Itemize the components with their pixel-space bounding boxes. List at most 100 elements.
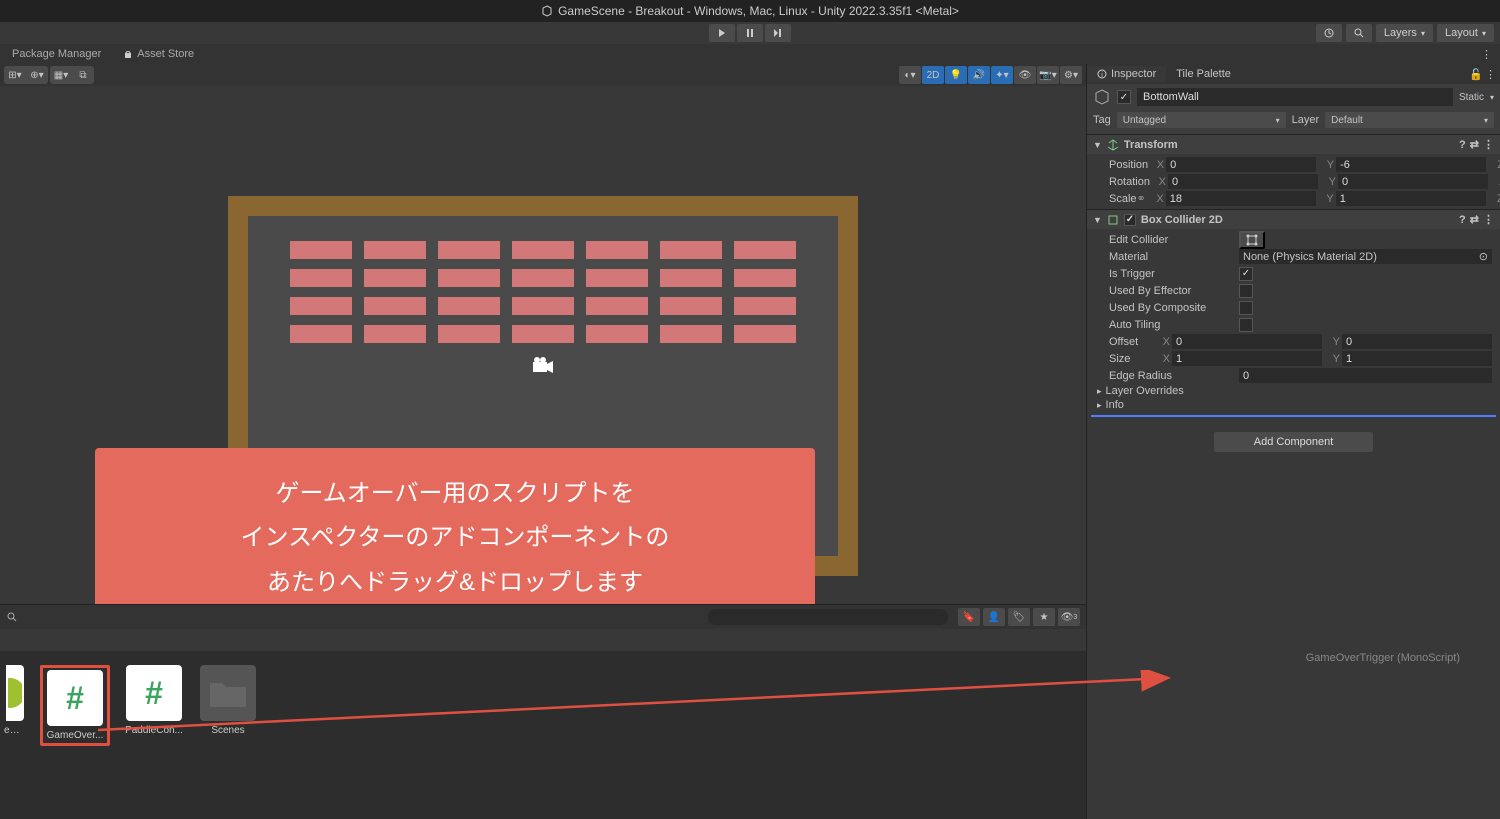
asset-item-scenes-folder[interactable]: Scenes (198, 665, 258, 736)
drop-indicator (1091, 415, 1496, 417)
layers-dropdown[interactable]: Layers▾ (1376, 24, 1433, 42)
filter-type-icon[interactable]: 👤 (983, 608, 1005, 626)
tab-options-icon[interactable]: ⋮ (1475, 48, 1498, 61)
help-icon[interactable]: ? (1459, 139, 1466, 151)
window-title: GameScene - Breakout - Windows, Mac, Lin… (558, 4, 959, 18)
pause-button[interactable] (737, 24, 763, 42)
asset-item-gameover-script[interactable]: # GameOver... (45, 670, 105, 741)
boxcollider-icon (1107, 214, 1119, 226)
help-icon[interactable]: ? (1459, 214, 1466, 226)
material-field[interactable]: None (Physics Material 2D)⊙ (1239, 249, 1492, 264)
drop-hint-label: GameOverTrigger (MonoScript) (1306, 652, 1460, 664)
handle-rotation-icon[interactable]: ⊕▾ (26, 66, 48, 84)
offset-y-input[interactable] (1342, 334, 1492, 349)
add-component-button[interactable]: Add Component (1214, 432, 1374, 452)
options-icon[interactable]: ⋮ (1485, 68, 1496, 81)
preset-icon[interactable]: ⇄ (1470, 138, 1479, 151)
component-transform: ▼ Transform ? ⇄ ⋮ PositionXYZ RotationXY… (1087, 134, 1500, 209)
asset-item[interactable]: eMa... (4, 665, 26, 736)
lighting-toggle-icon[interactable]: 💡 (945, 66, 967, 84)
project-search-input[interactable] (708, 609, 948, 625)
position-y-input[interactable] (1336, 157, 1486, 172)
camera-gizmo-icon (531, 356, 555, 376)
info-foldout[interactable]: Info (1087, 398, 1500, 412)
gameobject-name-input[interactable] (1137, 88, 1453, 106)
lock-icon[interactable]: 🔓 (1469, 68, 1483, 81)
assets-grid: eMa... # GameOver... # PaddleCon... Scen… (0, 651, 1086, 760)
static-dropdown-icon[interactable]: ▾ (1490, 93, 1494, 102)
layer-overrides-foldout[interactable]: Layer Overrides (1087, 384, 1500, 398)
menu-icon[interactable]: ⋮ (1483, 213, 1494, 226)
camera-icon[interactable]: 📷▾ (1037, 66, 1059, 84)
gameobject-header: Static ▾ (1087, 84, 1500, 110)
edit-collider-button[interactable] (1239, 231, 1265, 249)
undo-history-button[interactable] (1316, 24, 1342, 42)
used-by-effector-checkbox[interactable] (1239, 284, 1253, 298)
tag-label: Tag (1093, 114, 1111, 126)
size-y-input[interactable] (1342, 351, 1492, 366)
tab-tile-palette[interactable]: Tile Palette (1166, 66, 1241, 82)
is-trigger-checkbox[interactable] (1239, 267, 1253, 281)
rotation-y-input[interactable] (1338, 174, 1488, 189)
fx-toggle-icon[interactable]: ✦▾ (991, 66, 1013, 84)
layout-dropdown[interactable]: Layout▾ (1437, 24, 1494, 42)
layer-label: Layer (1292, 114, 1320, 126)
auto-tiling-checkbox[interactable] (1239, 318, 1253, 332)
assets-breadcrumb[interactable] (0, 629, 1086, 651)
size-x-input[interactable] (1172, 351, 1322, 366)
scene-view[interactable]: ゲームオーバー用のスクリプトを インスペクターのアドコンポーネントの あたりへド… (0, 86, 1086, 604)
component-box-collider-2d: ▼ Box Collider 2D ? ⇄ ⋮ Edit Collider Ma… (1087, 209, 1500, 414)
rotation-x-input[interactable] (1168, 174, 1318, 189)
gameobject-active-checkbox[interactable] (1117, 90, 1131, 104)
project-window: 🔖 👤 🏷 ★ 👁3 eMa... # GameOver... (0, 604, 1086, 819)
boxcollider-enabled-checkbox[interactable] (1124, 214, 1136, 226)
layer-dropdown[interactable]: Default▾ (1325, 112, 1494, 128)
gizmos-icon[interactable]: ⚙▾ (1060, 66, 1082, 84)
snap-toggle-icon[interactable]: ⧉ (72, 66, 94, 84)
play-button[interactable] (709, 24, 735, 42)
tab-package-manager[interactable]: Package Manager (2, 46, 111, 62)
audio-toggle-icon[interactable]: 🔊 (968, 66, 990, 84)
unity-logo-icon (541, 5, 553, 17)
draw-mode-icon[interactable]: ◐▾ (899, 66, 921, 84)
asset-highlight: # GameOver... (40, 665, 110, 746)
preset-icon[interactable]: ⇄ (1470, 213, 1479, 226)
asset-item-paddle-script[interactable]: # PaddleCon... (124, 665, 184, 736)
step-button[interactable] (765, 24, 791, 42)
transform-icon (1107, 139, 1119, 151)
object-picker-icon[interactable]: ⊙ (1479, 250, 1488, 263)
grid-toggle-icon[interactable]: ▦▾ (50, 66, 72, 84)
search-button[interactable] (1346, 24, 1372, 42)
position-x-input[interactable] (1166, 157, 1316, 172)
tag-dropdown[interactable]: Untagged▾ (1117, 112, 1286, 128)
transform-header[interactable]: ▼ Transform ? ⇄ ⋮ (1087, 135, 1500, 154)
scene-vis-icon[interactable]: 👁 (1014, 66, 1036, 84)
tool-mode-group[interactable]: ⊞▾ ⊕▾ (4, 66, 48, 84)
search-icon (6, 611, 18, 623)
hidden-packages-icon[interactable]: 👁3 (1058, 608, 1080, 626)
filter-star-icon[interactable]: ★ (1033, 608, 1055, 626)
filter-favorites-icon[interactable]: 🔖 (958, 608, 980, 626)
dock-tab-strip: Package Manager Asset Store ⋮ (0, 44, 1500, 64)
tab-asset-store[interactable]: Asset Store (113, 46, 204, 62)
constrain-scale-icon[interactable]: ⚭ (1137, 192, 1146, 205)
offset-x-input[interactable] (1172, 334, 1322, 349)
2d-toggle[interactable]: 2D (922, 66, 944, 84)
filter-label-icon[interactable]: 🏷 (1008, 608, 1030, 626)
gameobject-icon (1093, 88, 1111, 106)
grid-snap-group[interactable]: ▦▾ ⧉ (50, 66, 94, 84)
pivot-mode-icon[interactable]: ⊞▾ (4, 66, 26, 84)
scale-y-input[interactable] (1336, 191, 1486, 206)
scale-x-input[interactable] (1166, 191, 1316, 206)
tab-inspector[interactable]: i Inspector (1087, 66, 1166, 82)
edge-radius-input[interactable] (1239, 368, 1492, 383)
static-label: Static (1459, 92, 1484, 103)
project-toolbar: 🔖 👤 🏷 ★ 👁3 (0, 605, 1086, 629)
used-by-composite-checkbox[interactable] (1239, 301, 1253, 315)
menu-icon[interactable]: ⋮ (1483, 138, 1494, 151)
lock-icon (123, 49, 133, 59)
boxcollider-header[interactable]: ▼ Box Collider 2D ? ⇄ ⋮ (1087, 210, 1500, 229)
brick-grid (273, 241, 813, 353)
inspector-panel: i Inspector Tile Palette 🔓 ⋮ Static ▾ Ta… (1086, 64, 1500, 819)
window-titlebar: GameScene - Breakout - Windows, Mac, Lin… (0, 0, 1500, 22)
